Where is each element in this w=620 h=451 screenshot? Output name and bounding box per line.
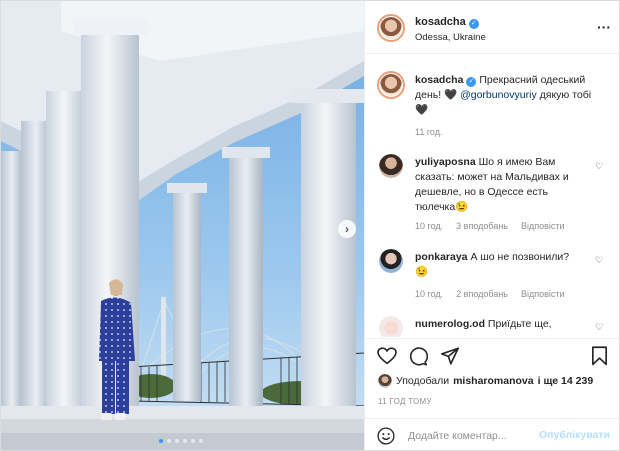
carousel-dot <box>199 439 203 443</box>
caption-text: день! 🖤 <box>415 89 458 101</box>
commenter-avatar[interactable] <box>379 154 403 178</box>
post-timestamp[interactable]: 11 ГОД ТОМУ <box>378 397 432 406</box>
comment-like-heart-icon[interactable]: ♡ <box>595 255 603 266</box>
author-avatar[interactable] <box>377 14 405 42</box>
comment-body: 😉 <box>415 266 429 278</box>
comment-text: numerolog.od Приїдьте ще, <box>415 317 595 332</box>
comment-meta: 10 год. 3 вподобань Відповісти <box>415 221 565 231</box>
comment-time[interactable]: 10 год. <box>415 221 443 231</box>
author-username[interactable]: kosadcha <box>415 16 466 28</box>
emoji-smiley-icon[interactable] <box>377 427 395 445</box>
comment-reply-button[interactable]: Відповісти <box>521 289 565 299</box>
post-photo[interactable]: › <box>1 1 364 450</box>
avatar-image <box>379 249 403 273</box>
caption-mention-link[interactable]: @gorbunovyuriy <box>460 89 537 101</box>
carousel-dot <box>167 439 171 443</box>
author-name-row: kosadcha ✓ <box>415 16 479 29</box>
comment-body: сказать: может на Мальдивах и <box>415 171 569 183</box>
carousel-dot <box>159 439 163 443</box>
comment-like-heart-icon[interactable]: ♡ <box>595 322 603 333</box>
caption-text: дякую тобі <box>539 89 592 101</box>
like-heart-icon[interactable] <box>377 347 397 365</box>
carousel-dot <box>175 439 179 443</box>
likes-others-count[interactable]: і ще 14 239 <box>538 375 594 387</box>
comment-likes-count[interactable]: 3 вподобань <box>456 221 508 231</box>
carousel-next-button[interactable]: › <box>338 220 356 238</box>
comment-body: тюлечка😉 <box>415 201 469 213</box>
add-comment-bar: Опублікувати <box>365 418 619 450</box>
comment-bubble-icon[interactable] <box>408 347 428 366</box>
post-location[interactable]: Odessa, Ukraine <box>415 32 486 43</box>
more-options-icon[interactable]: ··· <box>597 19 611 35</box>
save-bookmark-icon[interactable] <box>591 346 608 366</box>
comment-time[interactable]: 10 год. <box>415 289 443 299</box>
colonnade-photo-image <box>1 1 364 450</box>
caption-meta: 11 год. <box>415 127 443 137</box>
carousel-indicator <box>159 439 203 443</box>
verified-badge-icon: ✓ <box>466 77 477 87</box>
likes-summary: Уподобали misharomanova і ще 14 239 <box>378 374 593 388</box>
add-comment-input[interactable] <box>408 427 558 445</box>
caption-time[interactable]: 11 год. <box>415 127 443 137</box>
commenter-avatar[interactable] <box>379 249 403 273</box>
commenter-username[interactable]: ponkaraya <box>415 251 468 263</box>
liker-username[interactable]: misharomanova <box>453 375 534 387</box>
caption-text: Прекрасний одеський <box>479 74 586 86</box>
comment-body: Шо я имею Вам <box>478 156 556 168</box>
post-details-panel: kosadcha ✓ Odessa, Ukraine ··· kosadcha ✓ … <box>364 1 619 450</box>
comment-text: ponkaraya А шо не позвонили? 😉 <box>415 250 595 280</box>
post-caption: kosadcha ✓ Прекрасний одеський день! 🖤 @g… <box>415 73 605 118</box>
comment-body: дешевле, но в Одессе есть <box>415 186 548 198</box>
commenter-avatar[interactable] <box>379 316 403 337</box>
caption-author-avatar[interactable] <box>377 71 405 99</box>
commenter-username[interactable]: numerolog.od <box>415 318 485 330</box>
instagram-post-dialog: › kosadcha ✓ Odessa, Ukraine ··· kosadch… <box>0 0 620 451</box>
verified-badge-icon: ✓ <box>468 19 479 29</box>
comment-likes-count[interactable]: 2 вподобань <box>456 289 508 299</box>
commenter-username[interactable]: yuliyaposna <box>415 156 476 168</box>
avatar-image <box>380 17 402 39</box>
comment-body: Приїдьте ще, <box>487 318 552 330</box>
caption-username[interactable]: kosadcha <box>415 74 463 86</box>
avatar-image <box>379 154 403 178</box>
post-header: kosadcha ✓ Odessa, Ukraine ··· <box>365 1 619 54</box>
likes-prefix: Уподобали <box>396 375 450 387</box>
share-direct-icon[interactable] <box>440 347 460 365</box>
comment-reply-button[interactable]: Відповісти <box>521 221 565 231</box>
avatar-image <box>380 74 402 96</box>
carousel-dot <box>191 439 195 443</box>
post-action-bar <box>365 338 619 368</box>
caption-text: 🖤 <box>415 104 429 116</box>
avatar-image <box>379 316 403 337</box>
liker-avatar[interactable] <box>378 374 392 388</box>
comment-meta: 10 год. 2 вподобань Відповісти <box>415 289 565 299</box>
publish-comment-button[interactable]: Опублікувати <box>539 429 610 441</box>
comment-text: yuliyaposna Шо я имею Вам сказать: может… <box>415 155 595 215</box>
comment-body: А шо не позвонили? <box>470 251 570 263</box>
avatar-image <box>378 374 392 388</box>
comments-list: kosadcha ✓ Прекрасний одеський день! 🖤 @g… <box>365 55 619 337</box>
carousel-dot <box>183 439 187 443</box>
comment-like-heart-icon[interactable]: ♡ <box>595 161 603 172</box>
